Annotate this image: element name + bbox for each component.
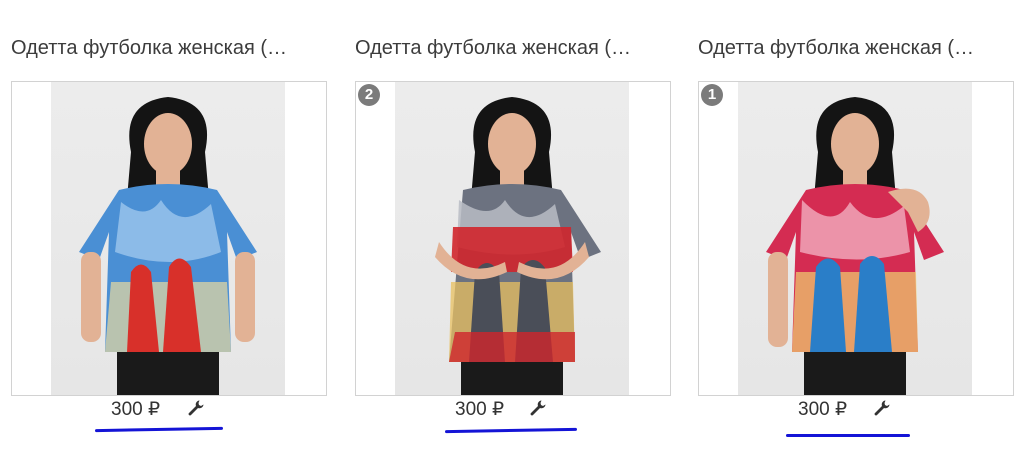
price-underline [786,434,910,437]
product-image[interactable] [11,81,327,396]
product-title[interactable]: Одетта футболка женская (… [698,36,1016,60]
model-illustration [435,97,601,395]
product-card[interactable]: Одетта футболка женская (… 2 300 ₽ [355,0,673,471]
price: 300 ₽ [798,399,848,420]
image-count-badge: 2 [358,84,380,106]
price-underline [444,427,578,434]
price-underline [94,426,224,433]
product-photo [51,82,285,395]
model-illustration [79,97,257,395]
product-image[interactable]: 2 [355,81,671,396]
wrench-icon[interactable] [529,399,547,417]
product-photo [738,82,972,395]
price-row: 300 ₽ [11,398,329,422]
price: 300 ₽ [111,399,161,420]
wrench-icon[interactable] [187,399,205,417]
product-card[interactable]: Одетта футболка женская (… 300 ₽ [11,0,329,471]
product-image[interactable]: 1 [698,81,1014,396]
image-count-badge: 1 [701,84,723,106]
price-row: 300 ₽ [698,398,1016,422]
product-card[interactable]: Одетта футболка женская (… 1 300 ₽ [698,0,1016,471]
product-photo [395,82,629,395]
price: 300 ₽ [455,399,505,420]
wrench-icon[interactable] [873,399,891,417]
price-row: 300 ₽ [355,398,673,422]
model-illustration [766,97,944,395]
product-title[interactable]: Одетта футболка женская (… [355,36,673,60]
product-title[interactable]: Одетта футболка женская (… [11,36,329,60]
